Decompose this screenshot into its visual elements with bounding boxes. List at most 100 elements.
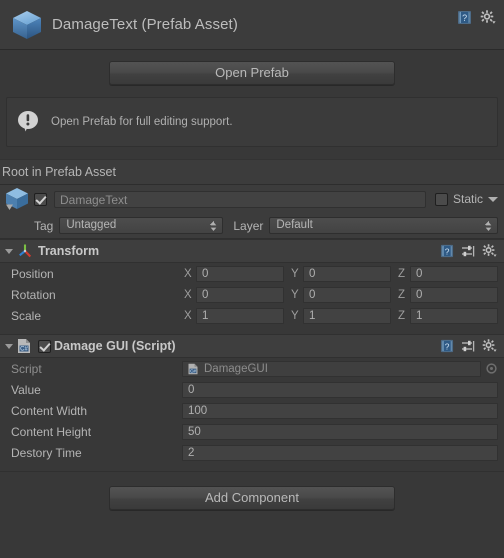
transform-axis-icon: [16, 242, 36, 260]
component-title-damage-gui: Damage GUI (Script): [54, 339, 176, 353]
tag-label: Tag: [34, 218, 54, 233]
component-spacer: [0, 463, 504, 471]
component-icon-group-damage-gui: ?: [440, 339, 497, 353]
root-in-prefab-asset-label: Root in Prefab Asset: [2, 165, 116, 179]
component-spacer: [0, 326, 504, 334]
position-x-input[interactable]: 0: [196, 265, 284, 282]
prefab-cube-icon[interactable]: [4, 186, 34, 212]
svg-text:?: ?: [445, 246, 450, 256]
property-label-value: Value: [11, 382, 41, 397]
foldout-toggle-damage-gui[interactable]: [2, 343, 16, 349]
root-in-prefab-asset-bar: Root in Prefab Asset: [0, 159, 504, 185]
rotation-y-input[interactable]: 0: [303, 286, 391, 303]
tag-dropdown[interactable]: Untagged: [59, 217, 224, 234]
help-book-icon[interactable]: ?: [440, 339, 454, 353]
svg-text:C#: C#: [20, 347, 28, 353]
help-book-icon[interactable]: ?: [457, 10, 472, 25]
script-object-value: DamageGUI: [204, 362, 268, 375]
chevron-down-icon[interactable]: [488, 196, 498, 202]
gear-icon[interactable]: [482, 244, 497, 258]
layer-dropdown-value: Default: [276, 219, 313, 231]
updown-arrows-icon: [484, 220, 493, 233]
content-height-input[interactable]: 50: [182, 423, 498, 440]
script-object-field[interactable]: C# DamageGUI: [182, 360, 481, 377]
axis-label-x: X: [184, 309, 192, 322]
prefab-cube-icon: [10, 8, 44, 42]
help-book-icon[interactable]: ?: [440, 244, 454, 258]
component-enabled-checkbox-damage-gui[interactable]: [38, 339, 51, 353]
rotation-z-input[interactable]: 0: [410, 286, 498, 303]
axis-x-scale: X 1: [182, 307, 284, 324]
preset-settings-icon[interactable]: [461, 340, 475, 353]
open-prefab-zone: Open Prefab: [0, 50, 504, 95]
static-checkbox[interactable]: [434, 192, 448, 206]
property-label-content-width: Content Width: [11, 403, 88, 418]
axis-x-position: X 0: [182, 265, 284, 282]
scale-z-input[interactable]: 1: [410, 307, 498, 324]
csharp-script-icon: C#: [187, 363, 200, 375]
open-prefab-button[interactable]: Open Prefab: [109, 60, 395, 85]
property-label-script: Script: [11, 361, 42, 376]
value-input[interactable]: 0: [182, 381, 498, 398]
gameobject-name-input[interactable]: DamageText: [54, 190, 426, 208]
component-header-damage-gui[interactable]: C# Damage GUI (Script) ?: [0, 334, 504, 358]
property-row-content-width: Content Width 100: [0, 400, 504, 421]
property-label-rotation: Rotation: [11, 287, 56, 302]
header-icon-group: ?: [457, 10, 496, 25]
property-label-scale: Scale: [11, 308, 42, 323]
component-icon-group-transform: ?: [440, 244, 497, 258]
static-label: Static: [452, 192, 483, 206]
property-label-destory-time: Destory Time: [11, 445, 82, 460]
foldout-toggle-transform[interactable]: [2, 248, 16, 254]
vector3-scale: X 1 Y 1 Z 1: [182, 307, 498, 324]
prefab-info-box: Open Prefab for full editing support.: [6, 97, 498, 147]
property-row-script: Script C# DamageGUI: [0, 358, 504, 379]
property-row-scale: Scale X 1 Y 1 Z 1: [0, 305, 504, 326]
property-row-content-height: Content Height 50: [0, 421, 504, 442]
layer-dropdown[interactable]: Default: [269, 217, 498, 234]
svg-text:?: ?: [462, 13, 467, 23]
svg-text:?: ?: [445, 341, 450, 351]
axis-z-scale: Z 1: [396, 307, 498, 324]
property-row-rotation: Rotation X 0 Y 0 Z 0: [0, 284, 504, 305]
rotation-x-input[interactable]: 0: [196, 286, 284, 303]
position-y-input[interactable]: 0: [303, 265, 391, 282]
add-component-button[interactable]: Add Component: [109, 486, 395, 510]
svg-text:C#: C#: [190, 368, 196, 373]
tag-layer-row: Tag Untagged Layer Default: [0, 213, 504, 239]
layer-label: Layer: [233, 218, 264, 233]
component-header-transform[interactable]: Transform ?: [0, 239, 504, 263]
axis-label-y: Y: [291, 267, 299, 280]
axis-label-y: Y: [291, 288, 299, 301]
preset-settings-icon[interactable]: [461, 245, 475, 258]
content-width-input[interactable]: 100: [182, 402, 498, 419]
component-title-transform: Transform: [38, 244, 100, 258]
gear-icon[interactable]: [482, 339, 497, 353]
object-picker-icon[interactable]: [484, 363, 498, 374]
prefab-info-message: Open Prefab for full editing support.: [51, 116, 233, 128]
gameobject-enabled-checkbox[interactable]: [34, 192, 47, 206]
property-row-value: Value 0: [0, 379, 504, 400]
scale-x-input[interactable]: 1: [196, 307, 284, 324]
axis-label-z: Z: [398, 288, 406, 301]
axis-label-z: Z: [398, 267, 406, 280]
property-row-position: Position X 0 Y 0 Z 0: [0, 263, 504, 284]
axis-x-rotation: X 0: [182, 286, 284, 303]
axis-y-rotation: Y 0: [289, 286, 391, 303]
property-label-content-height: Content Height: [11, 424, 92, 439]
gameobject-header-row: DamageText Static: [0, 185, 504, 213]
csharp-script-icon: C#: [16, 338, 36, 354]
unity-inspector-window: DamageText (Prefab Asset) ? Open Prefab …: [0, 0, 504, 558]
axis-label-y: Y: [291, 309, 299, 322]
info-bubble-icon: [17, 110, 39, 134]
scale-y-input[interactable]: 1: [303, 307, 391, 324]
axis-label-x: X: [184, 267, 192, 280]
asset-title: DamageText (Prefab Asset): [52, 16, 238, 33]
axis-z-rotation: Z 0: [396, 286, 498, 303]
static-toggle-group: Static: [434, 192, 498, 206]
property-label-position: Position: [11, 266, 54, 281]
gear-icon[interactable]: [480, 10, 496, 25]
position-z-input[interactable]: 0: [410, 265, 498, 282]
destory-time-input[interactable]: 2: [182, 444, 498, 461]
script-object-field-wrap: C# DamageGUI: [182, 360, 498, 377]
